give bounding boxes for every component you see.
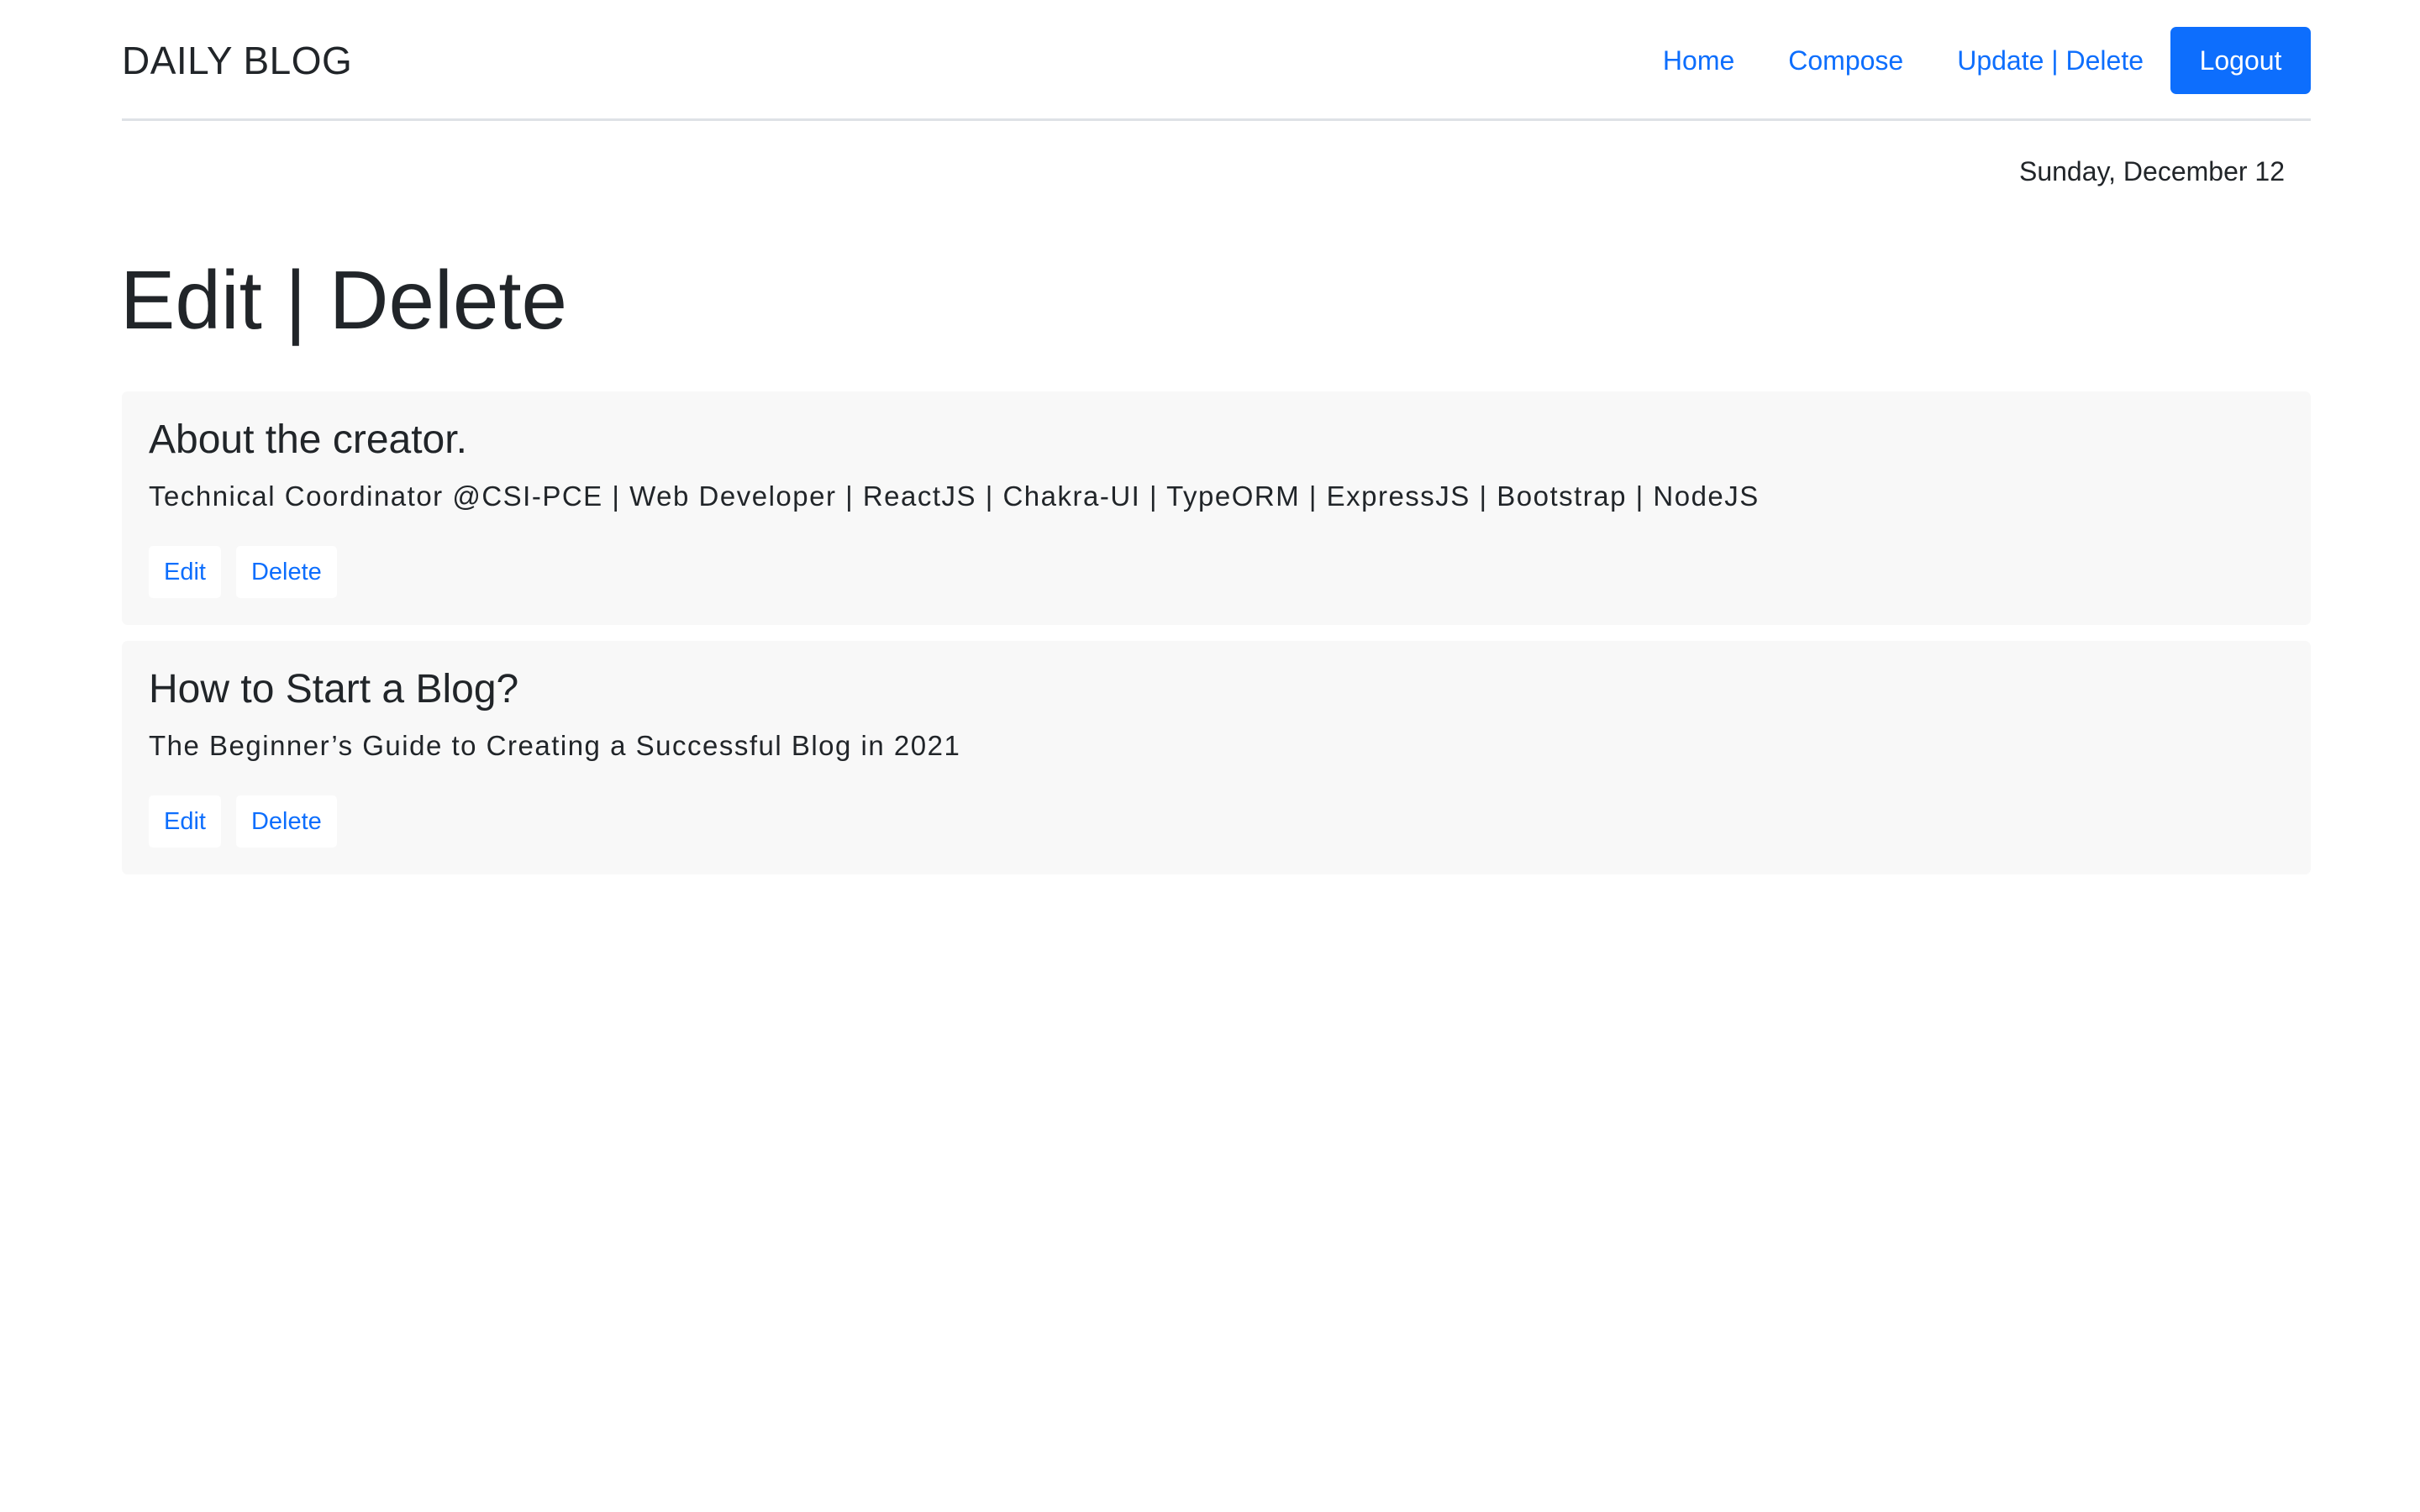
post-actions: Edit Delete <box>149 795 352 848</box>
delete-button[interactable]: Delete <box>235 546 337 598</box>
post-actions: Edit Delete <box>149 546 352 598</box>
post-card: About the creator. Technical Coordinator… <box>122 391 2311 625</box>
page-title: Edit | Delete <box>120 254 568 346</box>
post-description: The Beginner’s Guide to Creating a Succe… <box>149 730 961 761</box>
nav-link-update-delete[interactable]: Update | Delete <box>1930 27 2170 94</box>
nav-link-home[interactable]: Home <box>1636 27 1761 94</box>
page: DAILY BLOG Home Compose Update | Delete … <box>0 0 2420 1512</box>
nav-menu: Home Compose Update | Delete Logout <box>1636 27 2311 94</box>
edit-button[interactable]: Edit <box>149 795 221 848</box>
brand-logo-link[interactable]: DAILY BLOG <box>122 37 352 84</box>
current-date: Sunday, December 12 <box>2018 156 2285 186</box>
post-card: How to Start a Blog? The Beginner’s Guid… <box>122 641 2311 874</box>
nav-link-compose[interactable]: Compose <box>1761 27 1930 94</box>
post-description: Technical Coordinator @CSI-PCE | Web Dev… <box>149 480 1760 512</box>
edit-button[interactable]: Edit <box>149 546 221 598</box>
logout-button[interactable]: Logout <box>2170 27 2311 94</box>
posts-list: About the creator. Technical Coordinator… <box>122 391 2311 890</box>
post-title: How to Start a Blog? <box>149 667 519 711</box>
navbar: DAILY BLOG Home Compose Update | Delete … <box>122 0 2311 121</box>
delete-button[interactable]: Delete <box>235 795 337 848</box>
post-title: About the creator. <box>149 417 467 462</box>
